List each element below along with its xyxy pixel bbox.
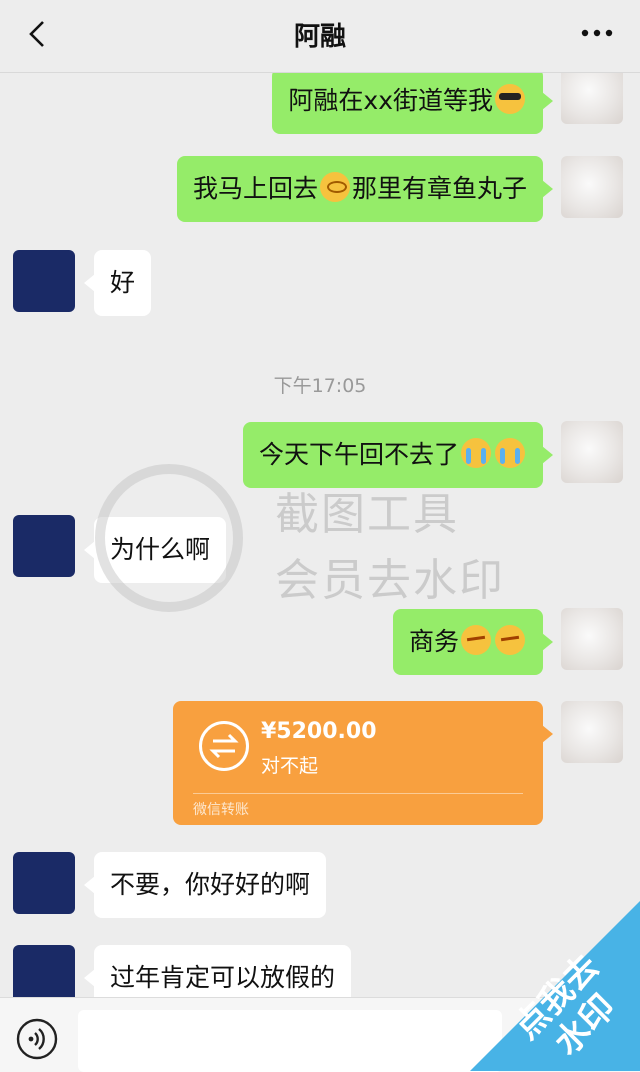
transfer-amount: ¥5200.00 [261, 719, 377, 744]
contact-avatar[interactable] [13, 852, 75, 914]
crying-emoji-icon [461, 438, 491, 468]
chat-title: 阿融 [293, 22, 346, 52]
transfer-label: 微信转账 [193, 802, 249, 818]
transfer-card[interactable]: ¥5200.00 对不起 微信转账 [173, 701, 553, 825]
message-bubble[interactable]: 过年肯定可以放假的 [83, 945, 352, 997]
message-bubble[interactable]: 为什么啊 [83, 517, 227, 583]
transfer-exchange-icon [199, 721, 249, 771]
dizzy-face-emoji-icon [319, 172, 350, 202]
angry-emoji-icon [461, 625, 491, 655]
my-avatar[interactable] [561, 701, 623, 763]
transfer-note: 对不起 [261, 755, 319, 777]
contact-avatar[interactable] [13, 515, 75, 577]
my-avatar[interactable] [561, 421, 623, 483]
message-bubble[interactable]: 不要，你好好的啊 [83, 852, 327, 918]
message-bubble[interactable]: 我马上回去 那里有章鱼丸子 [176, 156, 554, 222]
transfer-divider [193, 793, 523, 794]
voice-icon[interactable] [16, 1018, 58, 1060]
message-text-input[interactable] [78, 1010, 502, 1072]
my-avatar[interactable] [561, 72, 623, 124]
remove-watermark-badge[interactable]: 点我去水印 [470, 901, 640, 1071]
chat-message-list[interactable]: 阿融在xx街道等我 我马上回去 那里有章鱼丸子 好 下午17:05 今天下午回不去… [0, 72, 640, 997]
my-avatar[interactable] [561, 156, 623, 218]
message-bubble[interactable]: 今天下午回不去了 [242, 422, 554, 488]
message-bubble[interactable]: 阿融在xx街道等我 [272, 72, 553, 134]
message-bubble[interactable]: 好 [83, 250, 152, 316]
sunglasses-emoji-icon [495, 84, 525, 114]
more-icon[interactable] [580, 28, 614, 38]
my-avatar[interactable] [561, 608, 623, 670]
message-timestamp: 下午17:05 [273, 375, 367, 397]
angry-emoji-icon [495, 625, 525, 655]
crying-emoji-icon [495, 438, 525, 468]
contact-avatar[interactable] [13, 250, 75, 312]
chat-header: 阿融 [0, 0, 640, 73]
message-bubble[interactable]: 商务 [392, 609, 554, 675]
contact-avatar[interactable] [13, 945, 75, 997]
